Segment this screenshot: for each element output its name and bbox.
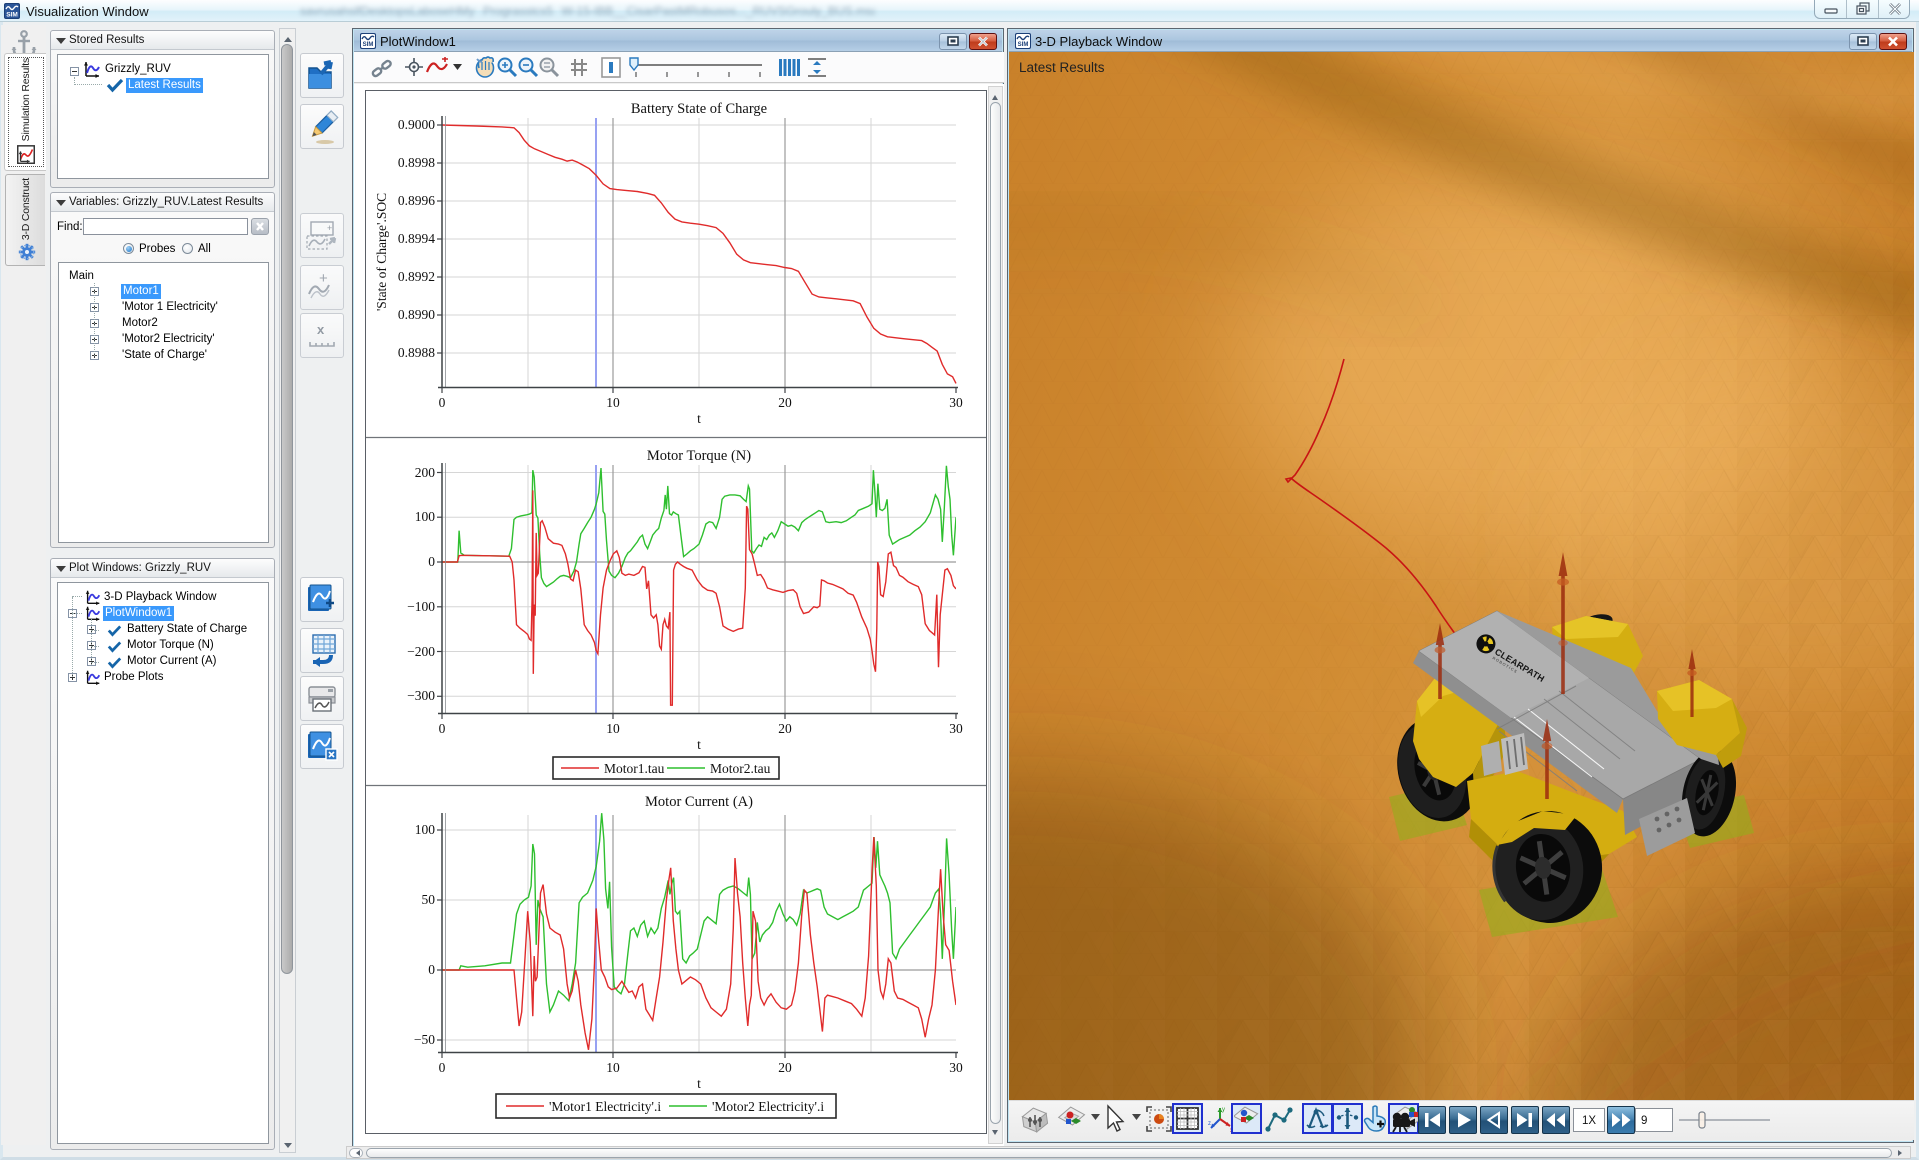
svg-text:Motor2.tau: Motor2.tau: [710, 761, 771, 776]
svg-text:20: 20: [778, 395, 792, 410]
svg-text:30: 30: [949, 721, 963, 736]
svg-text:−300: −300: [407, 688, 435, 703]
svg-text:Motor1.tau: Motor1.tau: [604, 761, 665, 776]
svg-text:20: 20: [778, 1060, 792, 1075]
svg-text:50: 50: [422, 892, 436, 907]
svg-text:0: 0: [439, 1060, 446, 1075]
svg-text:Battery State of Charge: Battery State of Charge: [631, 101, 767, 117]
svg-text:t: t: [697, 737, 701, 752]
svg-text:−200: −200: [407, 644, 435, 659]
svg-text:y: y: [1222, 1107, 1225, 1113]
svg-text:0: 0: [428, 962, 435, 977]
svg-text:'Motor2 Electricity'.i: 'Motor2 Electricity'.i: [712, 1099, 824, 1114]
svg-text:'Motor1 Electricity'.i: 'Motor1 Electricity'.i: [549, 1099, 661, 1114]
svg-text:'State of Charge'.SOC: 'State of Charge'.SOC: [374, 193, 389, 311]
svg-text:0.8988: 0.8988: [398, 345, 435, 360]
svg-text:0: 0: [428, 554, 435, 569]
svg-text:0.8990: 0.8990: [398, 307, 435, 322]
svg-text:t: t: [697, 1076, 701, 1091]
svg-text:x: x: [317, 322, 325, 337]
svg-text:0.9000: 0.9000: [398, 117, 435, 132]
svg-text:t: t: [697, 411, 701, 426]
svg-text:+: +: [327, 223, 332, 233]
svg-text:30: 30: [949, 1060, 963, 1075]
svg-text:z: z: [1208, 1121, 1211, 1127]
svg-text:+: +: [319, 270, 328, 287]
svg-text:200: 200: [415, 465, 436, 480]
svg-text:SIM: SIM: [6, 12, 18, 19]
svg-text:30: 30: [949, 395, 963, 410]
svg-text:10: 10: [606, 1060, 620, 1075]
svg-text:20: 20: [778, 721, 792, 736]
svg-text:Motor Torque (N): Motor Torque (N): [647, 448, 751, 464]
svg-text:SIM: SIM: [363, 42, 374, 48]
svg-text:−100: −100: [407, 599, 435, 614]
svg-text:10: 10: [606, 721, 620, 736]
svg-text:100: 100: [415, 509, 436, 524]
svg-text:0.8996: 0.8996: [398, 193, 435, 208]
svg-text:0: 0: [439, 395, 446, 410]
svg-text:100: 100: [415, 822, 436, 837]
svg-text:0.8994: 0.8994: [398, 231, 435, 246]
svg-text:−50: −50: [414, 1032, 435, 1047]
svg-text:0.8992: 0.8992: [398, 269, 435, 284]
svg-text:10: 10: [606, 395, 620, 410]
svg-text:0: 0: [439, 721, 446, 736]
svg-text:SIM: SIM: [1018, 42, 1029, 48]
svg-text:Motor Current (A): Motor Current (A): [645, 794, 753, 810]
svg-text:0.8998: 0.8998: [398, 155, 435, 170]
